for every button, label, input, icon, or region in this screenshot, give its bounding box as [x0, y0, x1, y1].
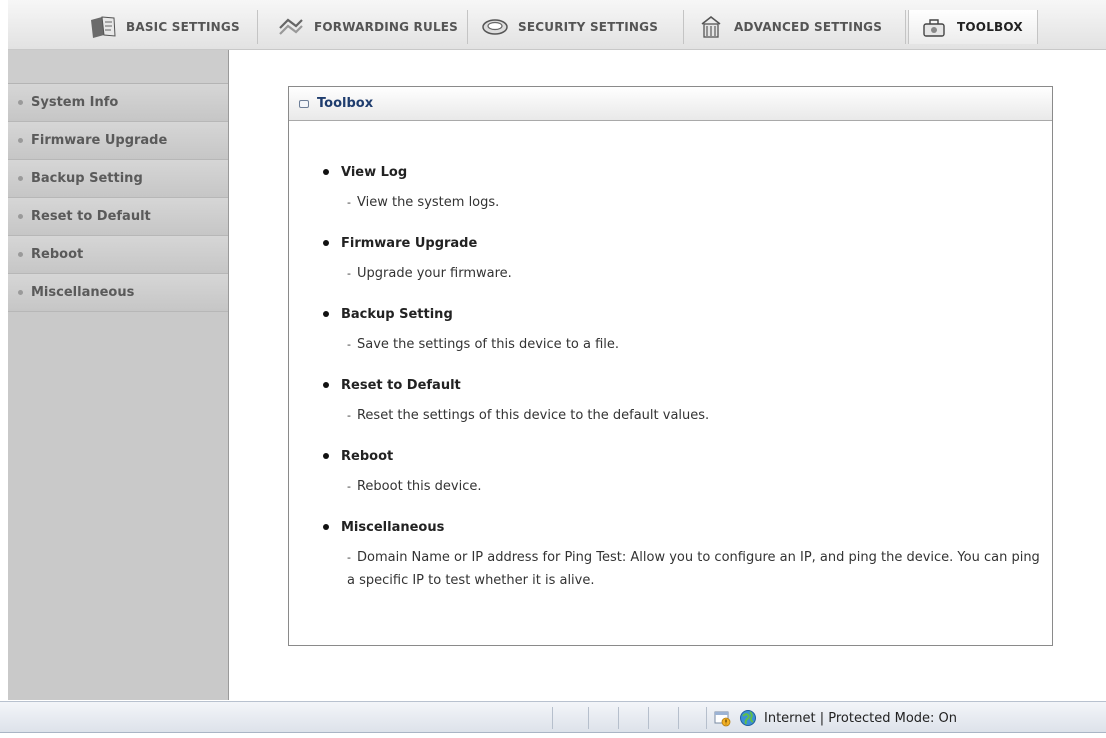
browser-status-bar: Internet | Protected Mode: On — [0, 701, 1106, 733]
globe-icon — [738, 708, 758, 728]
entry-title-text: Backup Setting — [341, 306, 453, 322]
list-item: Backup Setting - Save the settings of thi… — [323, 303, 1043, 356]
shield-disk-icon — [478, 13, 512, 41]
tab-forwarding-rules[interactable]: FORWARDING RULES — [266, 10, 468, 44]
toolbox-list: View Log - View the system logs. Firmware… — [323, 161, 1043, 610]
panel-square-icon — [299, 99, 309, 108]
entry-description: - Save the settings of this device to a f… — [347, 333, 1043, 356]
router-admin-page: { "topnav": { "tabs": [ {"label": "BASIC… — [0, 0, 1106, 738]
bullet-icon — [18, 252, 23, 257]
dash-icon: - — [347, 480, 351, 493]
sidebar-item-label: Firmware Upgrade — [31, 133, 168, 148]
tab-label: FORWARDING RULES — [314, 20, 459, 34]
bullet-icon — [323, 240, 329, 246]
building-icon — [694, 13, 728, 41]
toolbox-icon — [917, 13, 951, 41]
dash-icon: - — [347, 338, 351, 351]
entry-description: - Reset the settings of this device to th… — [347, 404, 1043, 427]
entry-title: Reset to Default — [323, 374, 1043, 396]
bullet-icon — [18, 214, 23, 219]
tab-advanced-settings[interactable]: ADVANCED SETTINGS — [686, 10, 906, 44]
tab-label: ADVANCED SETTINGS — [734, 20, 883, 34]
toolbox-panel: Toolbox View Log - View the system logs. … — [288, 86, 1053, 646]
bullet-icon — [18, 100, 23, 105]
entry-description-text: Save the settings of this device to a fi… — [356, 337, 620, 352]
dash-icon: - — [347, 196, 351, 209]
bullet-icon — [323, 311, 329, 317]
sidebar-item-label: Backup Setting — [31, 171, 143, 186]
entry-title-text: Reset to Default — [341, 377, 461, 393]
status-divider — [678, 707, 679, 729]
sidebar-item-label: Reboot — [31, 247, 84, 262]
entry-title: Firmware Upgrade — [323, 232, 1043, 254]
tab-label: TOOLBOX — [957, 20, 1023, 34]
entry-title: Reboot — [323, 445, 1043, 467]
list-item: Firmware Upgrade - Upgrade your firmware. — [323, 232, 1043, 285]
entry-description-text: Upgrade your firmware. — [356, 266, 512, 281]
entry-description-text: Domain Name or IP address for Ping Test:… — [347, 550, 1040, 588]
entry-description-text: View the system logs. — [356, 195, 500, 210]
sidebar-item-miscellaneous[interactable]: Miscellaneous — [8, 274, 228, 312]
bullet-icon — [323, 169, 329, 175]
sidebar-item-firmware-upgrade[interactable]: Firmware Upgrade — [8, 122, 228, 160]
entry-title-text: Miscellaneous — [341, 519, 445, 535]
list-item: View Log - View the system logs. — [323, 161, 1043, 214]
entry-title: Backup Setting — [323, 303, 1043, 325]
bullet-icon — [18, 138, 23, 143]
network-arrows-icon — [274, 13, 308, 41]
entry-description: - Reboot this device. — [347, 475, 1043, 498]
security-zone[interactable]: Internet | Protected Mode: On — [712, 702, 957, 734]
tab-label: SECURITY SETTINGS — [518, 20, 659, 34]
bullet-icon — [18, 176, 23, 181]
sidebar-item-backup-setting[interactable]: Backup Setting — [8, 160, 228, 198]
bullet-icon — [323, 382, 329, 388]
list-item: Reboot - Reboot this device. — [323, 445, 1043, 498]
status-divider — [648, 707, 649, 729]
sidebar-item-label: Miscellaneous — [31, 285, 135, 300]
status-divider — [552, 707, 553, 729]
top-navigation: BASIC SETTINGS FORWARDING RULES SECURITY… — [8, 0, 1106, 50]
dash-icon: - — [347, 267, 351, 280]
sidebar-item-reset-to-default[interactable]: Reset to Default — [8, 198, 228, 236]
entry-title: View Log — [323, 161, 1043, 183]
tab-basic-settings[interactable]: BASIC SETTINGS — [76, 10, 258, 44]
sidebar-item-label: System Info — [31, 95, 119, 110]
status-divider — [618, 707, 619, 729]
tab-toolbox[interactable]: TOOLBOX — [908, 10, 1038, 44]
sidebar-item-system-info[interactable]: System Info — [8, 84, 228, 122]
list-item: Reset to Default - Reset the settings of … — [323, 374, 1043, 427]
status-divider — [706, 707, 707, 729]
entry-description-text: Reboot this device. — [356, 479, 482, 494]
sidebar-item-reboot[interactable]: Reboot — [8, 236, 228, 274]
status-divider — [588, 707, 589, 729]
entry-description: - View the system logs. — [347, 191, 1043, 214]
dash-icon: - — [347, 409, 351, 422]
tab-security-settings[interactable]: SECURITY SETTINGS — [470, 10, 684, 44]
bullet-icon — [18, 290, 23, 295]
zone-text: Internet | Protected Mode: On — [764, 710, 958, 726]
main-content: Toolbox View Log - View the system logs. … — [230, 50, 1106, 700]
entry-description-text: Reset the settings of this device to the… — [356, 408, 710, 423]
list-item: Miscellaneous - Domain Name or IP address… — [323, 516, 1043, 592]
panel-title: Toolbox — [317, 96, 374, 111]
sidebar-item-label: Reset to Default — [31, 209, 151, 224]
sidebar-header — [8, 50, 228, 84]
sidebar: System Info Firmware Upgrade Backup Sett… — [8, 50, 229, 700]
entry-description: - Domain Name or IP address for Ping Test… — [347, 546, 1043, 592]
security-warning-icon[interactable] — [712, 708, 732, 728]
entry-title: Miscellaneous — [323, 516, 1043, 538]
entry-description: - Upgrade your firmware. — [347, 262, 1043, 285]
tab-label: BASIC SETTINGS — [126, 20, 240, 34]
dash-icon: - — [347, 551, 351, 564]
bullet-icon — [323, 524, 329, 530]
notebook-icon — [86, 13, 120, 41]
entry-title-text: Reboot — [341, 448, 394, 464]
entry-title-text: View Log — [341, 164, 408, 180]
entry-title-text: Firmware Upgrade — [341, 235, 478, 251]
panel-header: Toolbox — [289, 87, 1052, 121]
bullet-icon — [323, 453, 329, 459]
